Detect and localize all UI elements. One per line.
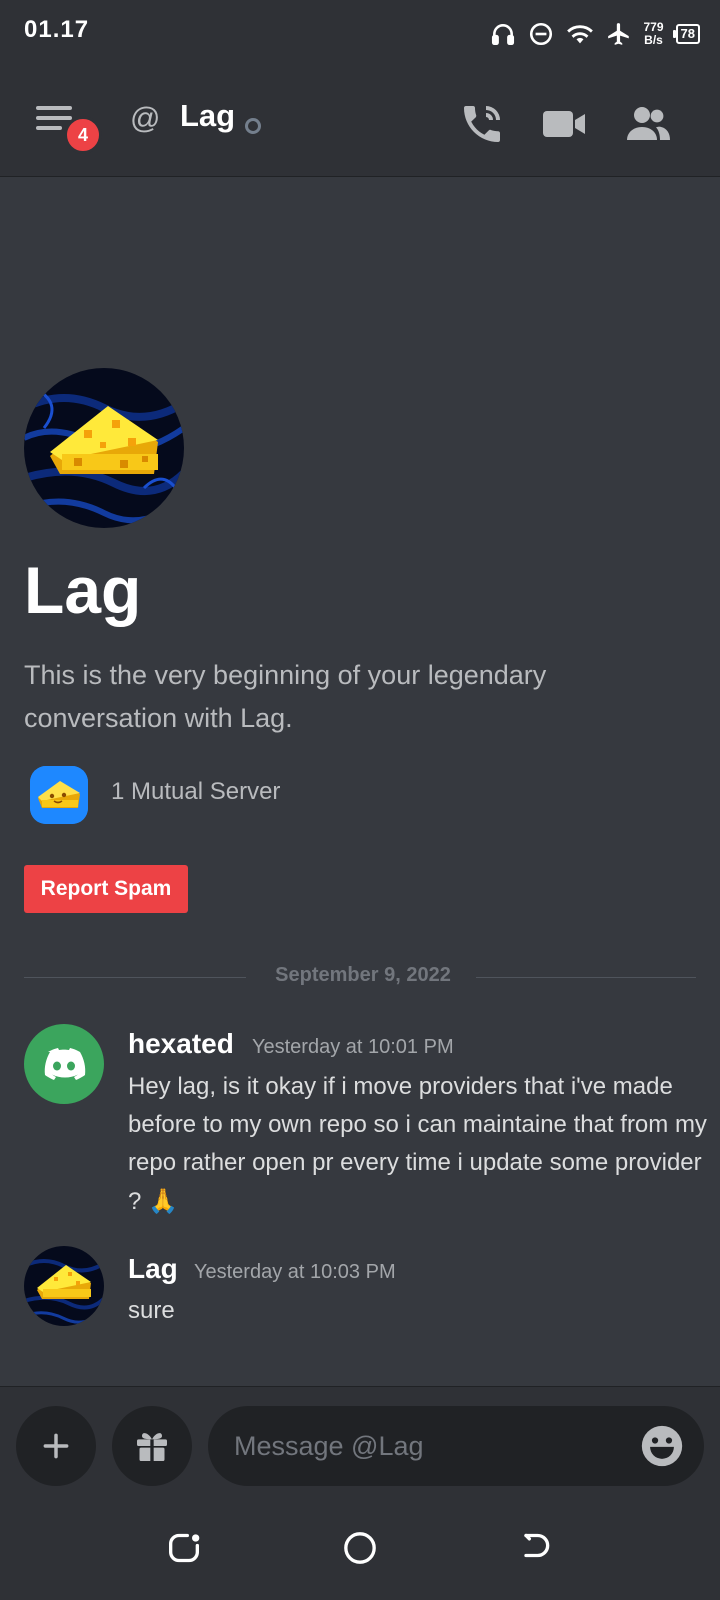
members-button[interactable] [624,100,672,148]
mutual-server-icon[interactable] [30,766,88,824]
message-author[interactable]: hexated [128,1028,234,1060]
cheese-avatar-icon [24,368,184,528]
wifi-icon [566,25,593,44]
back-button[interactable] [516,1528,556,1568]
recents-button[interactable] [164,1528,204,1568]
message-input[interactable] [208,1406,704,1486]
profile-name: Lag [24,553,142,627]
conversation-intro-text: This is the very beginning of your legen… [24,660,547,733]
video-call-button[interactable] [540,100,588,148]
home-circle-icon [344,1532,376,1564]
pray-emoji: 🙏 [148,1187,178,1215]
channel-header: 4 @ Lag [0,72,720,177]
cheese-server-icon [30,766,88,824]
airplane-icon [607,23,629,45]
status-icons: 779 B/s 78 [490,14,700,54]
phone-call-icon [464,106,500,142]
call-button[interactable] [458,100,506,148]
message-content: Hey lag, is it okay if i move providers … [128,1068,708,1221]
network-speed: 779 B/s [644,21,664,47]
date-divider: September 9, 2022 [275,964,451,986]
smiley-icon [641,1425,683,1467]
report-spam-button[interactable]: Report Spam [24,865,188,913]
plus-icon [43,1433,69,1459]
message-content: sure [128,1297,175,1324]
home-button[interactable] [340,1528,380,1568]
message-text: Hey lag, is it okay if i move providers … [128,1073,707,1215]
battery-icon: 78 [672,24,700,44]
headphones-icon [491,24,514,46]
recents-icon [169,1533,200,1563]
status-time: 01.17 [24,16,90,43]
video-camera-icon [543,111,585,137]
discord-logo-icon [44,1048,86,1080]
network-speed-unit: B/s [644,33,663,47]
offline-status-icon [245,118,261,134]
channel-title[interactable]: Lag [180,98,235,134]
divider-line-left [24,977,246,978]
unread-badge: 4 [64,116,102,154]
user-avatar-large[interactable] [24,368,184,528]
message-avatar[interactable] [24,1024,104,1104]
emoji-button[interactable] [640,1424,684,1468]
cheese-avatar-icon [24,1246,104,1326]
dnd-icon [529,22,552,46]
attach-button[interactable] [16,1406,96,1486]
mutual-servers-label[interactable]: 1 Mutual Server [111,778,280,806]
message-avatar[interactable] [24,1246,104,1326]
divider-line-right [476,977,696,978]
message-timestamp: Yesterday at 10:03 PM [194,1261,396,1283]
gift-icon [137,1433,167,1461]
gift-button[interactable] [112,1406,192,1486]
message-author[interactable]: Lag [128,1253,178,1285]
members-icon [627,107,670,140]
message-timestamp: Yesterday at 10:01 PM [252,1036,454,1058]
at-icon: @ [130,102,161,135]
back-icon [524,1533,550,1558]
